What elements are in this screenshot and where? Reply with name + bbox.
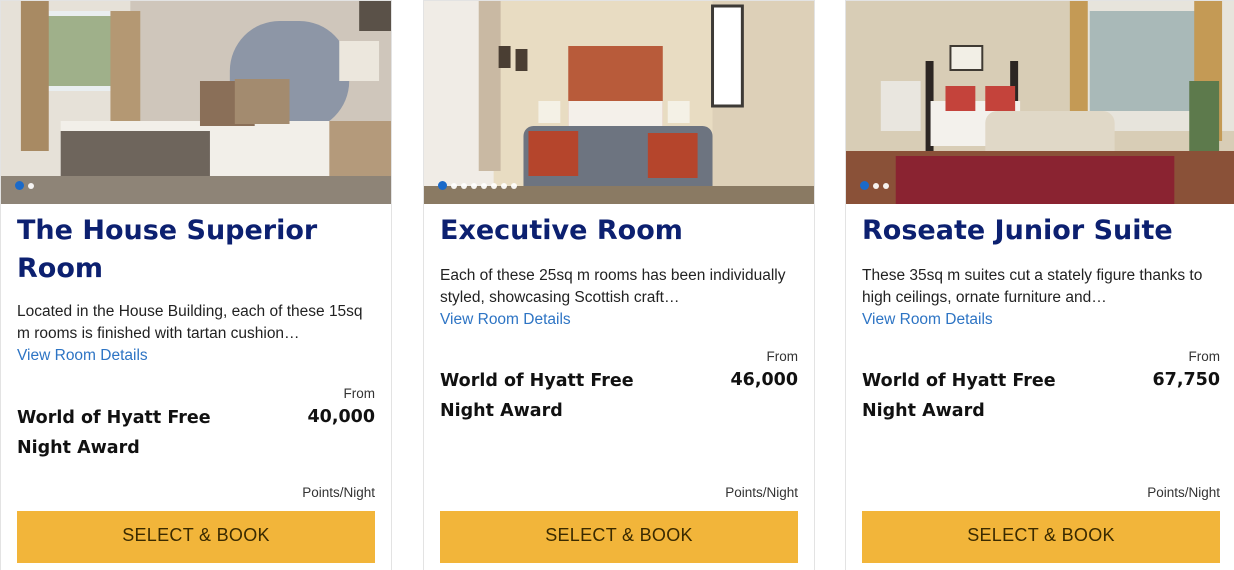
- room-title: The House Superior Room: [17, 215, 318, 284]
- carousel-dot[interactable]: [438, 181, 447, 190]
- points-unit: Points/Night: [725, 485, 798, 500]
- room-photo-carousel[interactable]: [1, 1, 391, 204]
- room-description: These 35sq m suites cut a stately figure…: [862, 267, 1203, 306]
- view-room-details-link[interactable]: View Room Details: [17, 345, 375, 367]
- points-value: 40,000: [307, 407, 375, 427]
- carousel-dot[interactable]: [860, 181, 869, 190]
- carousel-dot[interactable]: [461, 182, 467, 189]
- room-description: Located in the House Building, each of t…: [17, 303, 363, 342]
- room-card-house-superior: The House Superior Room Located in the H…: [0, 0, 392, 570]
- carousel-dot[interactable]: [501, 182, 507, 189]
- award-label: World of Hyatt Free Night Award: [17, 408, 211, 458]
- select-and-book-button[interactable]: SELECT & BOOK: [440, 511, 798, 563]
- room-description-block: These 35sq m suites cut a stately figure…: [862, 265, 1220, 331]
- bedroom-photo: [1, 1, 391, 204]
- room-card-roseate-junior-suite: Roseate Junior Suite These 35sq m suites…: [845, 0, 1234, 570]
- award-label: World of Hyatt Free Night Award: [440, 371, 634, 421]
- award-label: World of Hyatt Free Night Award: [862, 371, 1056, 421]
- room-title: Roseate Junior Suite: [862, 215, 1173, 246]
- carousel-dot[interactable]: [471, 182, 477, 189]
- bedroom-photo: [846, 1, 1234, 204]
- room-description-block: Each of these 25sq m rooms has been indi…: [440, 265, 798, 331]
- points-unit: Points/Night: [1147, 485, 1220, 500]
- carousel-dot[interactable]: [883, 182, 889, 189]
- carousel-dots: [15, 181, 34, 190]
- carousel-dot[interactable]: [873, 182, 879, 189]
- carousel-dot[interactable]: [15, 181, 24, 190]
- room-description: Each of these 25sq m rooms has been indi…: [440, 267, 786, 306]
- points-value: 46,000: [730, 370, 798, 390]
- room-photo-carousel[interactable]: [846, 1, 1234, 204]
- carousel-dot[interactable]: [511, 182, 517, 189]
- price-from-label: From: [343, 386, 376, 401]
- view-room-details-link[interactable]: View Room Details: [862, 309, 1220, 331]
- room-title: Executive Room: [440, 215, 683, 246]
- carousel-dot[interactable]: [491, 182, 497, 189]
- view-room-details-link[interactable]: View Room Details: [440, 309, 798, 331]
- price-from-label: From: [766, 349, 799, 364]
- points-unit: Points/Night: [302, 485, 375, 500]
- points-value: 67,750: [1152, 370, 1220, 390]
- room-photo-carousel[interactable]: [424, 1, 814, 204]
- carousel-dots: [860, 181, 889, 190]
- bedroom-photo: [424, 1, 814, 204]
- select-and-book-button[interactable]: SELECT & BOOK: [862, 511, 1220, 563]
- room-description-block: Located in the House Building, each of t…: [17, 301, 375, 367]
- carousel-dot[interactable]: [481, 182, 487, 189]
- room-card-executive: Executive Room Each of these 25sq m room…: [423, 0, 815, 570]
- carousel-dot[interactable]: [28, 182, 34, 189]
- price-from-label: From: [1188, 349, 1221, 364]
- carousel-dot[interactable]: [451, 182, 457, 189]
- select-and-book-button[interactable]: SELECT & BOOK: [17, 511, 375, 563]
- carousel-dots: [438, 181, 517, 190]
